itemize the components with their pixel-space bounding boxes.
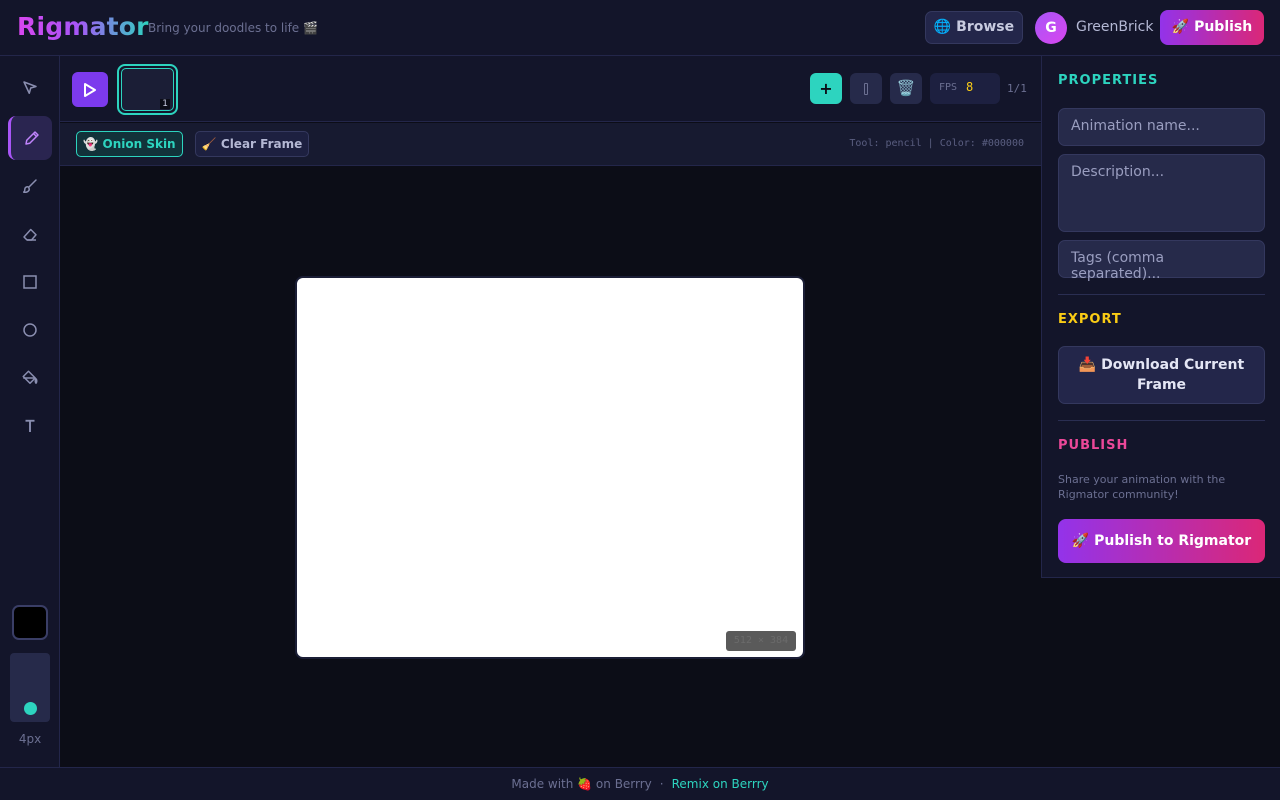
play-icon <box>84 82 96 97</box>
tool-rectangle[interactable] <box>8 260 52 304</box>
footer-made-with: Made with 🍓 on Berrry <box>511 777 652 791</box>
app-tagline: Bring your doodles to life 🎬 <box>148 21 318 35</box>
color-swatch[interactable] <box>12 605 48 640</box>
paint-bucket-icon <box>22 370 38 384</box>
canvas-size-badge: 512 × 384 <box>726 631 796 651</box>
animation-name-field[interactable]: Animation name... <box>1058 108 1265 146</box>
delete-frame-button[interactable]: 🗑️ <box>890 73 922 104</box>
onion-skin-toggle[interactable]: 👻 Onion Skin <box>76 131 183 157</box>
fps-input[interactable]: FPS 8 <box>930 73 1000 104</box>
brush-icon <box>23 179 37 194</box>
tool-eraser[interactable] <box>8 212 52 256</box>
frame-preview: 1 <box>121 68 174 111</box>
frame-counter: 1/1 <box>1007 82 1027 95</box>
tool-circle[interactable] <box>8 308 52 352</box>
divider <box>1058 420 1265 421</box>
tool-text[interactable] <box>8 404 52 448</box>
username[interactable]: GreenBrick <box>1076 19 1153 35</box>
tool-brush[interactable] <box>8 164 52 208</box>
tool-pencil[interactable] <box>8 116 52 160</box>
play-button[interactable] <box>72 72 108 107</box>
eraser-icon <box>23 228 37 241</box>
circle-icon <box>23 323 37 337</box>
text-icon <box>25 419 35 432</box>
duplicate-frame-button[interactable] <box>850 73 882 104</box>
app-logo[interactable]: Rigmator <box>17 12 149 41</box>
duplicate-icon <box>864 82 868 95</box>
app-header: Rigmator Bring your doodles to life 🎬 🌐 … <box>0 0 1280 56</box>
timeline-bar: 1 + 🗑️ FPS 8 1/1 <box>60 56 1041 122</box>
properties-title: PROPERTIES <box>1058 73 1159 88</box>
export-title: EXPORT <box>1058 312 1122 327</box>
brush-size-slider[interactable] <box>10 653 50 722</box>
fps-label: FPS <box>939 82 958 93</box>
tool-sidebar: 4px <box>0 56 60 767</box>
publish-to-rigmator-button[interactable]: 🚀 Publish to Rigmator <box>1058 519 1265 563</box>
frame-number: 1 <box>160 99 170 109</box>
fps-value[interactable]: 8 <box>966 80 973 94</box>
avatar[interactable]: G <box>1035 12 1067 44</box>
share-description: Share your animation with the Rigmator c… <box>1058 473 1226 501</box>
clear-frame-button[interactable]: 🧹 Clear Frame <box>195 131 309 157</box>
square-icon <box>23 275 37 289</box>
properties-panel: PROPERTIES Animation name... Description… <box>1041 56 1280 578</box>
cursor-icon <box>23 81 37 94</box>
tags-field[interactable]: Tags (comma separated)... <box>1058 240 1265 282</box>
footer: Made with 🍓 on Berrry · Remix on Berrry <box>0 767 1280 800</box>
tool-fill[interactable] <box>8 356 52 400</box>
remix-link[interactable]: Remix on Berrry <box>672 777 769 791</box>
canvas-area: 512 × 384 <box>60 167 1041 767</box>
brush-size-label: 4px <box>18 732 42 746</box>
frame-thumbnail[interactable]: 1 <box>117 64 178 115</box>
footer-separator: · <box>659 777 664 791</box>
options-bar: 👻 Onion Skin 🧹 Clear Frame Tool: pencil … <box>60 123 1041 166</box>
publish-button[interactable]: 🚀 Publish <box>1160 10 1264 45</box>
tool-select[interactable] <box>8 66 52 110</box>
divider <box>1058 294 1265 295</box>
slider-handle[interactable] <box>24 702 37 715</box>
download-frame-button[interactable]: 📥 Download Current Frame <box>1058 346 1265 404</box>
drawing-canvas[interactable]: 512 × 384 <box>295 276 805 659</box>
description-field[interactable]: Description... <box>1058 154 1265 232</box>
browse-button[interactable]: 🌐 Browse <box>925 11 1023 44</box>
pencil-icon <box>24 131 39 145</box>
add-frame-button[interactable]: + <box>810 73 842 104</box>
publish-title: PUBLISH <box>1058 438 1129 453</box>
tool-status: Tool: pencil | Color: #000000 <box>849 138 1024 149</box>
